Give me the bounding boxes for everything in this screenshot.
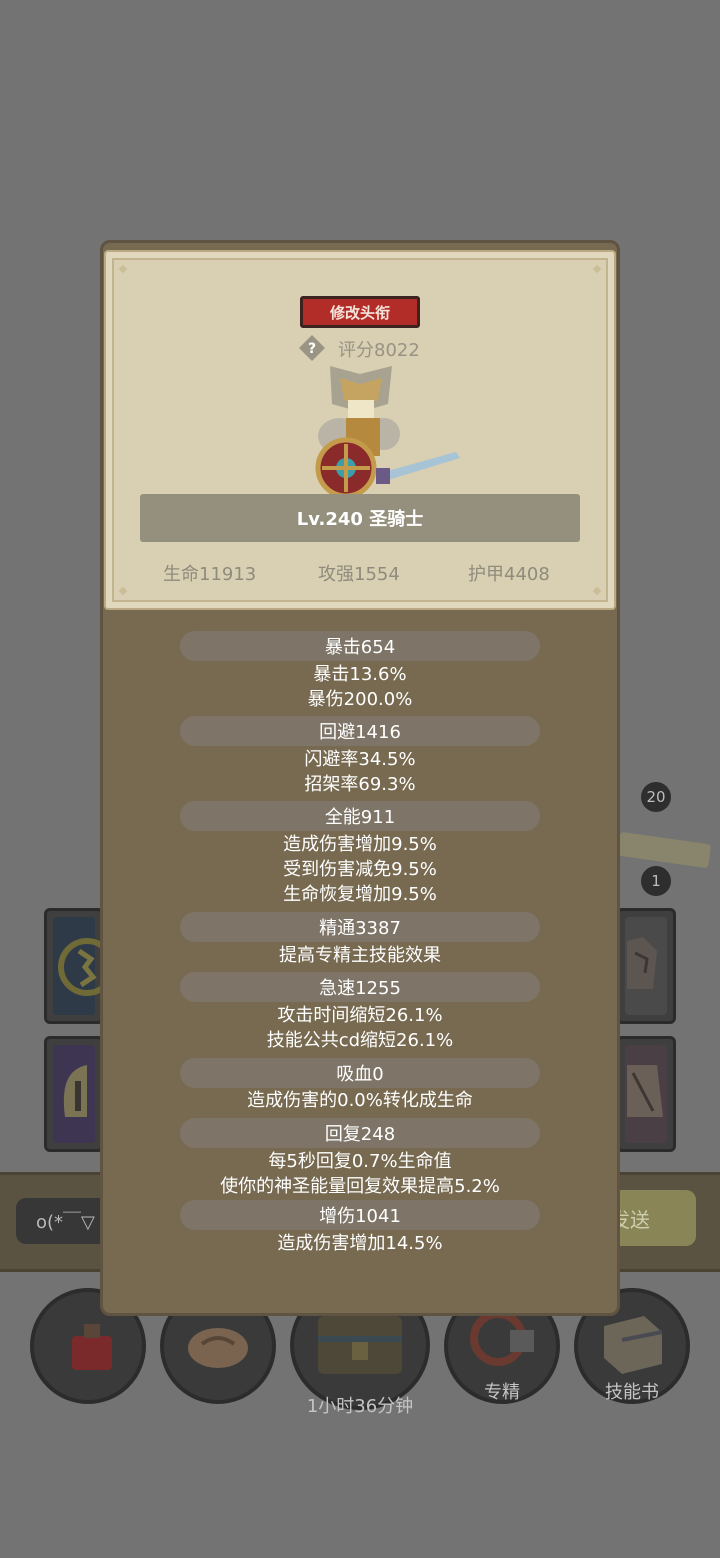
card-rivet — [118, 264, 128, 274]
attr-line: 攻击时间缩短26.1% — [277, 1005, 443, 1026]
attr-line: 招架率69.3% — [304, 774, 416, 795]
attr-line: 受到伤害减免9.5% — [283, 859, 437, 880]
crest-icon — [58, 938, 101, 996]
attr-header-versatility: 全能911 — [180, 801, 540, 831]
attr-line: 生命恢复增加9.5% — [283, 884, 437, 905]
attr-line: 造成伤害增加9.5% — [283, 834, 437, 855]
attr-line: 提高专精主技能效果 — [279, 945, 441, 966]
stat-attack: 攻强1554 — [318, 564, 400, 585]
attr-header-avoidance: 回避1416 — [180, 716, 540, 746]
attr-line: 暴伤200.0% — [307, 689, 413, 710]
score-label: 评分8022 — [338, 340, 420, 361]
attr-line: 暴击13.6% — [313, 664, 407, 685]
paladin-avatar — [315, 366, 460, 499]
card-rivet — [592, 586, 602, 596]
helmet-icon — [63, 1065, 87, 1117]
help-glyph: ? — [308, 341, 316, 357]
equipment-slot-helmet[interactable] — [44, 1036, 104, 1152]
character-name-banner: Lv.240 圣骑士 — [140, 494, 580, 542]
specialization-label: 专精 — [484, 1382, 520, 1403]
attr-line: 闪避率34.5% — [304, 749, 416, 770]
equipment-slot-gauntlet[interactable] — [616, 908, 676, 1024]
background-ribbon — [616, 831, 712, 869]
card-rivet — [118, 586, 128, 596]
count-badge-1: 1 — [641, 866, 671, 896]
help-icon[interactable]: ? — [298, 334, 326, 362]
stat-armor: 护甲4408 — [468, 564, 550, 585]
equipment-slot-crest[interactable] — [44, 908, 104, 1024]
card-rivet — [592, 264, 602, 274]
attr-header-mastery: 精通3387 — [180, 912, 540, 942]
attr-line: 技能公共cd缩短26.1% — [266, 1030, 454, 1051]
attr-line: 造成伤害增加14.5% — [277, 1233, 443, 1254]
attr-line: 使你的神圣能量回复效果提高5.2% — [220, 1176, 500, 1197]
count-badge-20: 20 — [641, 782, 671, 812]
attr-line: 每5秒回复0.7%生命值 — [268, 1151, 452, 1172]
attr-header-crit: 暴击654 — [180, 631, 540, 661]
armor-icon — [627, 1065, 663, 1117]
equipment-slot-armor[interactable] — [616, 1036, 676, 1152]
attr-header-damage-bonus: 增伤1041 — [180, 1200, 540, 1230]
gauntlet-icon — [627, 937, 657, 989]
attr-line: 造成伤害的0.0%转化成生命 — [247, 1090, 473, 1111]
stat-hp: 生命11913 — [163, 564, 257, 585]
chest-timer-label: 1小时36分钟 — [306, 1396, 414, 1417]
rename-title-button[interactable]: 修改头衔 — [300, 296, 420, 328]
skill-book-label: 技能书 — [605, 1382, 659, 1403]
attr-header-regen: 回复248 — [180, 1118, 540, 1148]
attr-header-haste: 急速1255 — [180, 972, 540, 1002]
attr-header-lifesteal: 吸血0 — [180, 1058, 540, 1088]
